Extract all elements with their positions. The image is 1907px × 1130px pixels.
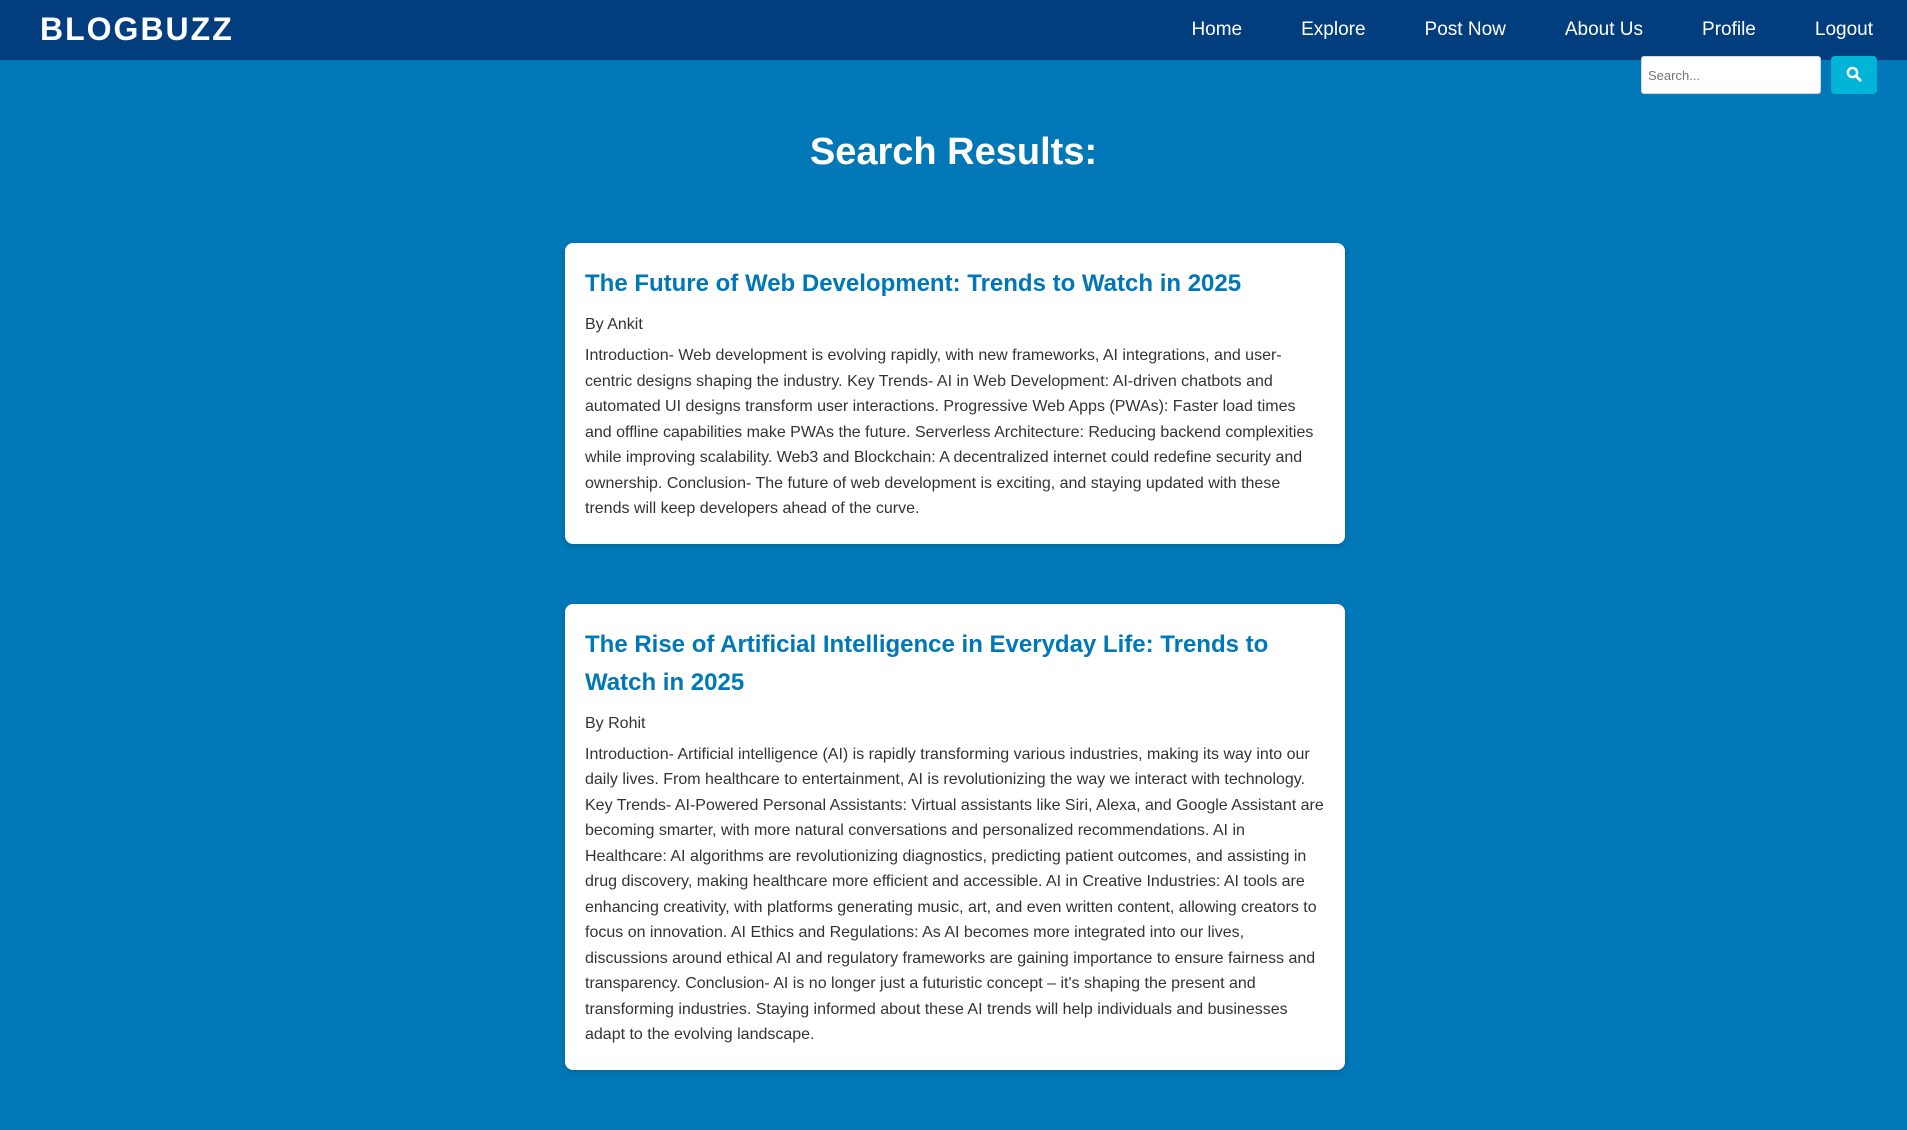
nav-post-now-link[interactable]: Post Now	[1425, 19, 1506, 41]
nav-explore-link[interactable]: Explore	[1301, 19, 1365, 41]
search-bar	[1641, 56, 1877, 94]
search-button[interactable]	[1831, 56, 1877, 94]
result-card: The Future of Web Development: Trends to…	[565, 243, 1345, 544]
search-icon	[1846, 66, 1862, 85]
result-title-link[interactable]: The Future of Web Development: Trends to…	[585, 265, 1325, 303]
nav-profile-link[interactable]: Profile	[1702, 19, 1756, 41]
result-card: The Rise of Artificial Intelligence in E…	[565, 603, 1345, 1070]
brand-logo[interactable]: BLOGBUZZ	[40, 10, 234, 48]
search-input[interactable]	[1641, 56, 1821, 94]
result-excerpt: Introduction- Artificial intelligence (A…	[585, 745, 1324, 1044]
nav-logout-link[interactable]: Logout	[1815, 19, 1873, 41]
nav-home-link[interactable]: Home	[1191, 19, 1242, 41]
nav-menu: Home Explore Post Now About Us Profile L…	[1132, 0, 1873, 60]
search-results-list: The Future of Web Development: Trends to…	[565, 243, 1345, 1130]
result-author: By Rohit	[585, 714, 646, 732]
result-excerpt: Introduction- Web development is evolvin…	[585, 347, 1314, 517]
nav-about-us-link[interactable]: About Us	[1565, 19, 1643, 41]
result-title-link[interactable]: The Rise of Artificial Intelligence in E…	[585, 626, 1325, 702]
result-author: By Ankit	[585, 316, 643, 333]
page-title: Search Results:	[809, 131, 1098, 173]
navbar: BLOGBUZZ Home Explore Post Now About Us …	[0, 0, 1907, 60]
